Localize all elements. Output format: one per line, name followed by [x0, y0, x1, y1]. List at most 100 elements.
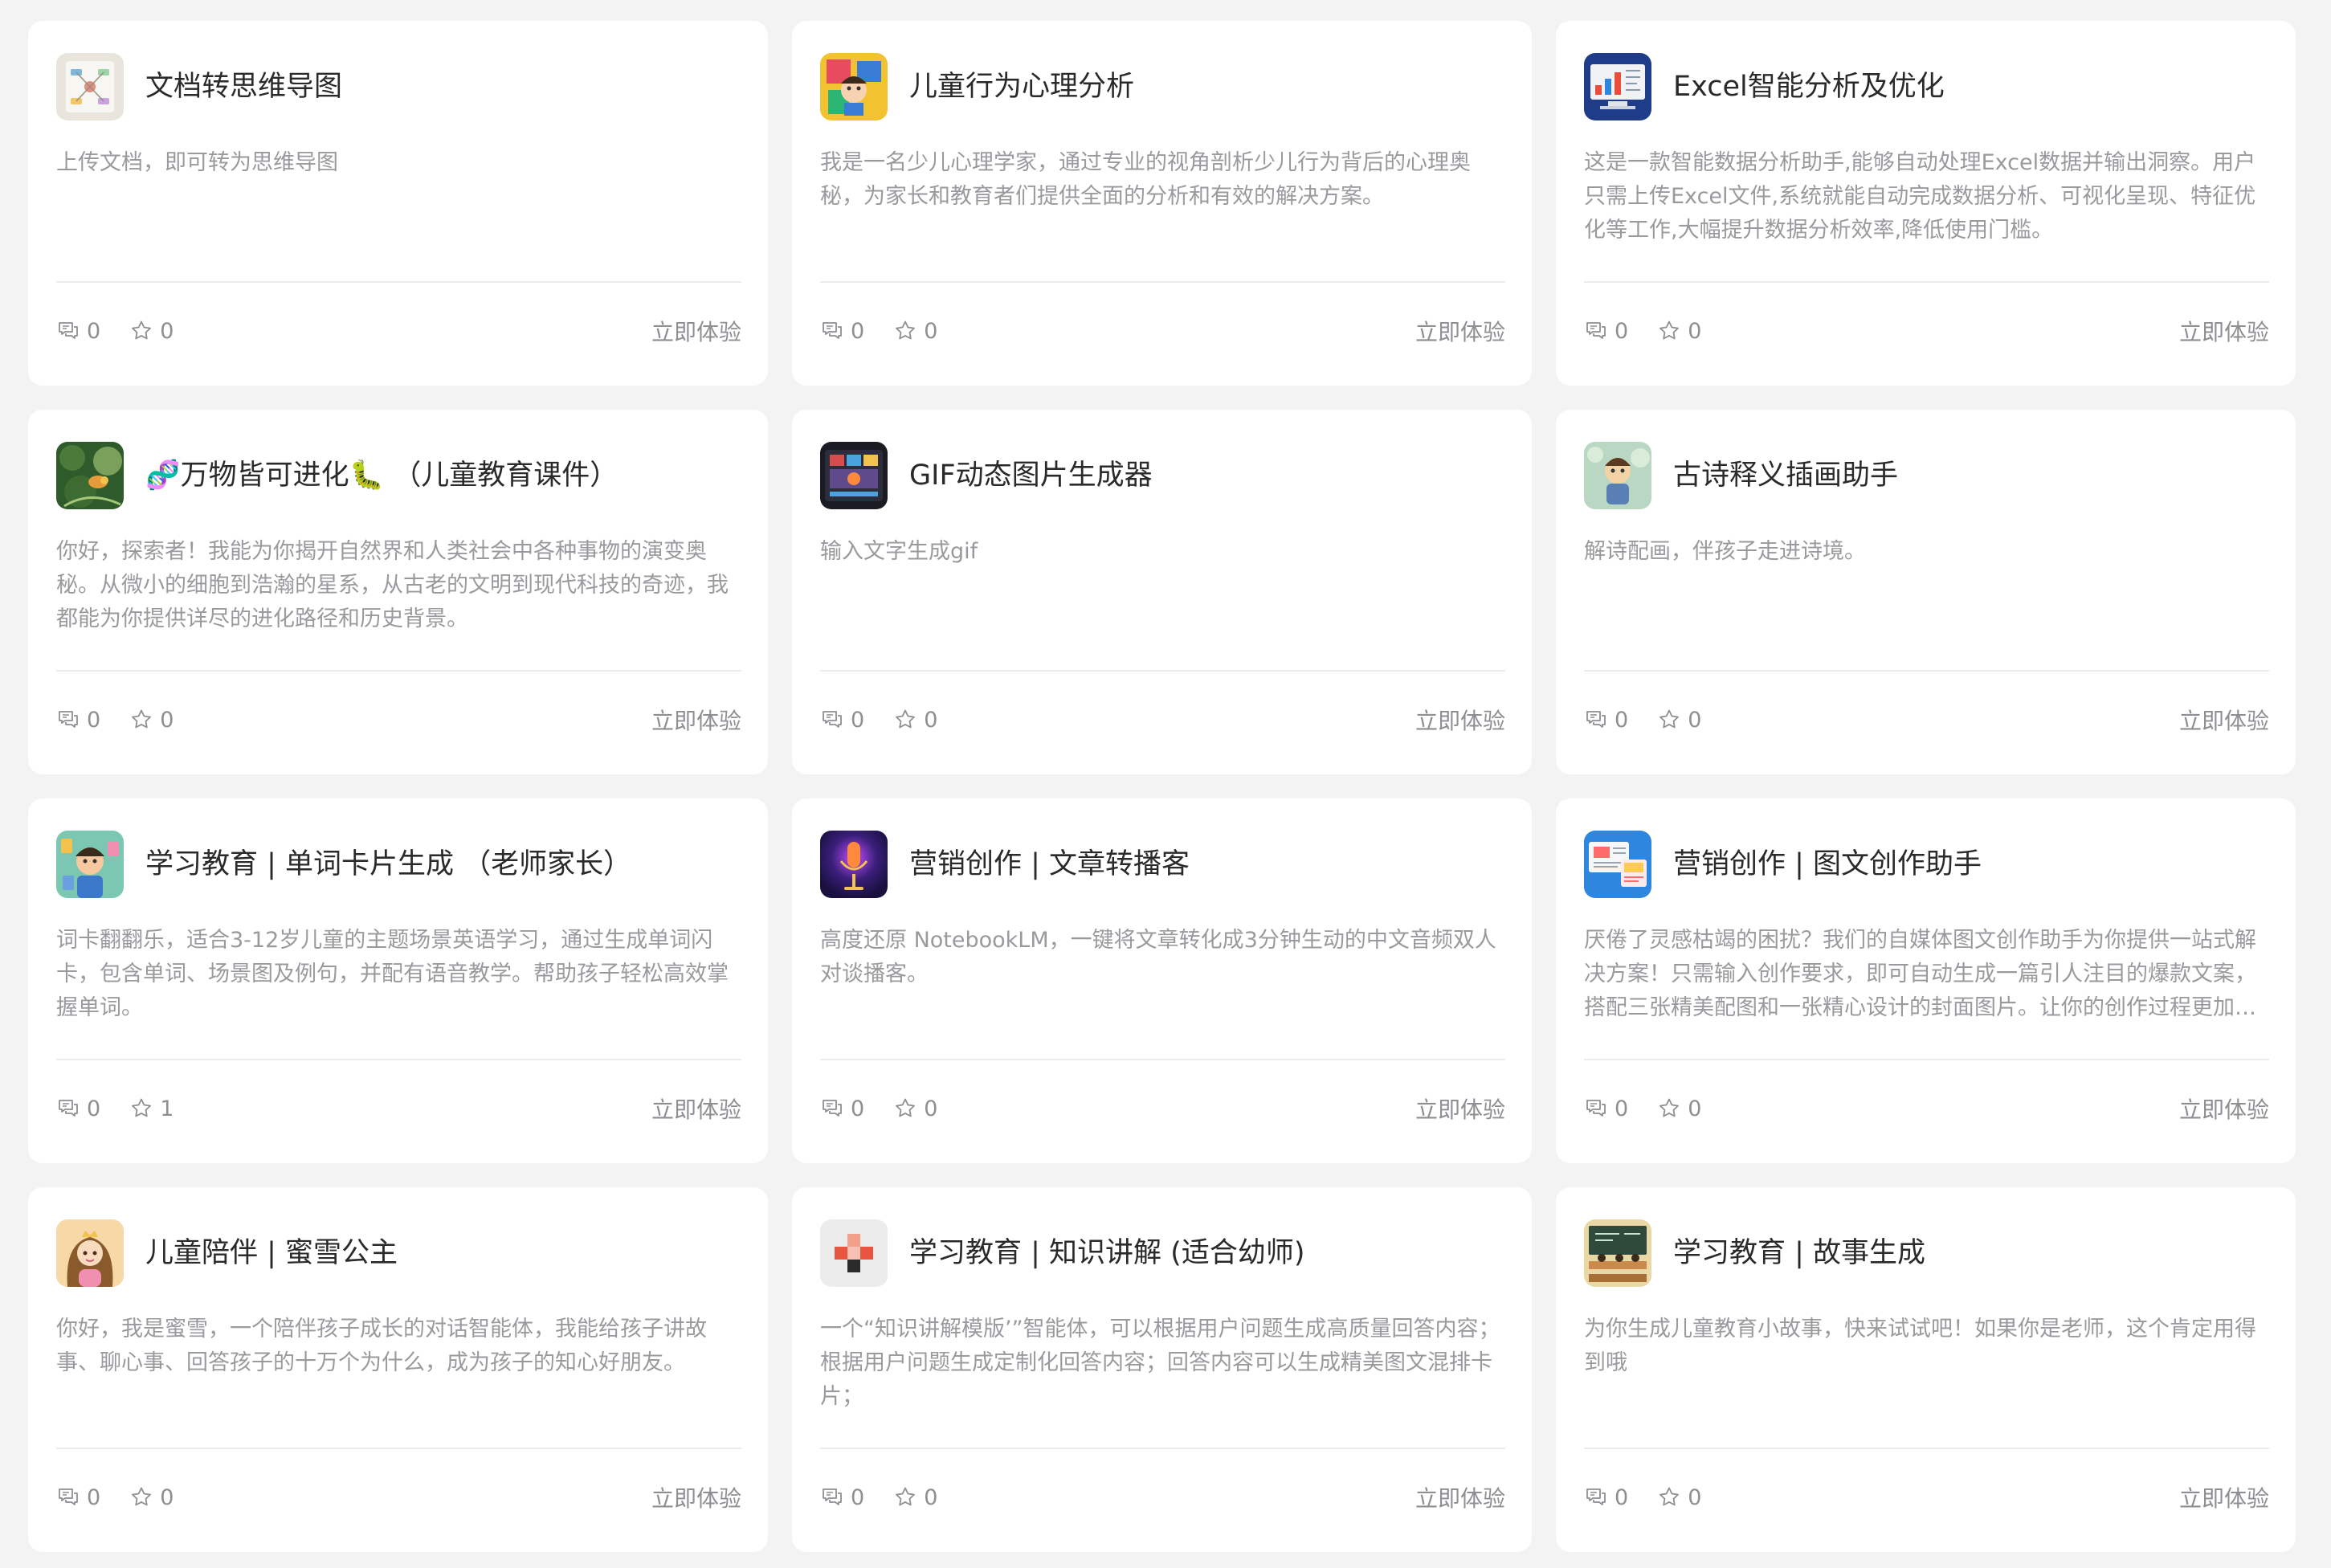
comment-icon	[823, 322, 842, 339]
agent-card-poem-illustration[interactable]: 古诗释义插画助手 解诗配画，伴孩子走进诗境。 0 0 立即体验	[1556, 410, 2296, 774]
star-count[interactable]: 0	[1657, 1096, 1701, 1121]
card-title: 学习教育 | 故事生成	[1673, 1237, 1926, 1269]
comment-count[interactable]: 0	[1584, 1096, 1628, 1121]
comment-count[interactable]: 0	[1584, 319, 1628, 344]
try-now-button[interactable]: 立即体验	[1415, 704, 1505, 736]
star-count-value: 0	[1688, 707, 1702, 733]
try-now-button[interactable]: 立即体验	[1415, 1092, 1505, 1125]
star-icon	[132, 1098, 152, 1117]
content-creation-icon	[1584, 831, 1651, 898]
try-now-button[interactable]: 立即体验	[1415, 1481, 1505, 1513]
card-footer: 0 0 立即体验	[56, 313, 741, 349]
try-now-button[interactable]: 立即体验	[651, 704, 741, 736]
star-count[interactable]: 0	[1657, 1485, 1701, 1510]
comment-count[interactable]: 0	[56, 708, 100, 733]
comment-count[interactable]: 0	[820, 708, 864, 733]
comment-count-value: 0	[851, 707, 865, 733]
comment-count-value: 0	[87, 707, 101, 733]
star-count-value: 0	[924, 1096, 938, 1121]
card-footer: 0 0 立即体验	[820, 702, 1505, 737]
card-description: 厌倦了灵感枯竭的困扰？我们的自媒体图文创作助手为你提供一站式解决方案！只需输入创…	[1584, 928, 2256, 1020]
knowledge-blocks-icon	[820, 1219, 888, 1287]
mindmap-doc-icon	[56, 53, 124, 120]
try-now-button[interactable]: 立即体验	[2179, 704, 2269, 736]
comment-count[interactable]: 0	[56, 1485, 100, 1510]
comment-count[interactable]: 0	[1584, 1485, 1628, 1510]
card-description: 我是一名少儿心理学家，通过专业的视角剖析少儿行为背后的心理奥秘，为家长和教育者们…	[820, 150, 1471, 209]
agent-card-word-cards[interactable]: 学习教育 | 单词卡片生成 （老师家长） 词卡翻翻乐，适合3-12岁儿童的主题场…	[28, 798, 768, 1163]
star-count[interactable]: 0	[893, 708, 937, 733]
card-title: GIF动态图片生成器	[909, 459, 1153, 492]
agent-card-content-creation[interactable]: 营销创作 | 图文创作助手 厌倦了灵感枯竭的困扰？我们的自媒体图文创作助手为你提…	[1556, 798, 2296, 1163]
comment-count-value: 0	[1615, 1484, 1629, 1510]
comment-count-value: 0	[851, 318, 865, 344]
card-divider	[820, 281, 1505, 283]
star-count[interactable]: 0	[893, 1096, 937, 1121]
card-description: 解诗配画，伴孩子走进诗境。	[1584, 539, 1866, 564]
agent-card-knowledge-explain[interactable]: 学习教育 | 知识讲解 (适合幼师) 一个“知识讲解模版’”智能体，可以根据用户…	[792, 1187, 1532, 1552]
star-count[interactable]: 0	[129, 1485, 173, 1510]
try-now-button[interactable]: 立即体验	[2179, 315, 2269, 347]
comment-count[interactable]: 0	[820, 319, 864, 344]
card-divider	[820, 670, 1505, 672]
try-now-button[interactable]: 立即体验	[651, 1092, 741, 1125]
comment-count-value: 0	[87, 1096, 101, 1121]
poem-illustration-icon	[1584, 442, 1651, 509]
star-count[interactable]: 1	[129, 1096, 173, 1121]
star-count[interactable]: 0	[1657, 708, 1701, 733]
agent-card-grid: 文档转思维导图 上传文档，即可转为思维导图 0 0 立即体验 儿童行为心理分析 …	[28, 21, 2296, 1552]
card-footer: 0 0 立即体验	[56, 1480, 741, 1515]
star-count[interactable]: 0	[893, 319, 937, 344]
try-now-button[interactable]: 立即体验	[2179, 1481, 2269, 1513]
star-count-value: 0	[924, 318, 938, 344]
star-count-value: 0	[1688, 318, 1702, 344]
podcast-mic-icon	[820, 831, 888, 898]
agent-card-princess[interactable]: 儿童陪伴 | 蜜雪公主 你好，我是蜜雪，一个陪伴孩子成长的对话智能体，我能给孩子…	[28, 1187, 768, 1552]
agent-card-evolution[interactable]: 🧬万物皆可进化🐛 （儿童教育课件） 你好，探索者！我能为你揭开自然界和人类社会中…	[28, 410, 768, 774]
agent-card-excel-analysis[interactable]: Excel智能分析及优化 这是一款智能数据分析助手,能够自动处理Excel数据并…	[1556, 21, 2296, 386]
card-footer: 0 1 立即体验	[56, 1091, 741, 1126]
word-card-icon	[56, 831, 124, 898]
comment-icon	[823, 711, 842, 728]
comment-icon	[1586, 1100, 1606, 1117]
try-now-button[interactable]: 立即体验	[2179, 1092, 2269, 1125]
card-description: 你好，我是蜜雪，一个陪伴孩子成长的对话智能体，我能给孩子讲故事、聊心事、回答孩子…	[56, 1317, 707, 1375]
card-title: 文档转思维导图	[145, 71, 343, 103]
comment-icon	[823, 1100, 842, 1117]
card-divider	[56, 281, 741, 283]
card-divider	[56, 1448, 741, 1449]
card-divider	[56, 670, 741, 672]
try-now-button[interactable]: 立即体验	[651, 315, 741, 347]
star-icon	[896, 321, 916, 340]
card-footer: 0 0 立即体验	[1584, 702, 2269, 737]
agent-card-article-podcast[interactable]: 营销创作 | 文章转播客 高度还原 NotebookLM，一键将文章转化成3分钟…	[792, 798, 1532, 1163]
comment-count[interactable]: 0	[56, 319, 100, 344]
try-now-button[interactable]: 立即体验	[651, 1481, 741, 1513]
star-count-value: 0	[1688, 1484, 1702, 1510]
star-count-value: 0	[160, 1484, 174, 1510]
comment-count-value: 0	[1615, 1096, 1629, 1121]
agent-card-gif-generator[interactable]: GIF动态图片生成器 输入文字生成gif 0 0 立即体验	[792, 410, 1532, 774]
comment-count[interactable]: 0	[56, 1096, 100, 1121]
star-icon	[896, 709, 916, 729]
comment-count[interactable]: 0	[820, 1485, 864, 1510]
card-footer: 0 0 立即体验	[820, 1091, 1505, 1126]
star-count[interactable]: 0	[129, 319, 173, 344]
agent-card-story-generator[interactable]: 学习教育 | 故事生成 为你生成儿童教育小故事，快来试试吧！如果你是老师，这个肯…	[1556, 1187, 2296, 1552]
comment-count[interactable]: 0	[1584, 708, 1628, 733]
agent-card-mindmap[interactable]: 文档转思维导图 上传文档，即可转为思维导图 0 0 立即体验	[28, 21, 768, 386]
try-now-button[interactable]: 立即体验	[1415, 315, 1505, 347]
star-count[interactable]: 0	[893, 1485, 937, 1510]
card-title: Excel智能分析及优化	[1673, 71, 1945, 103]
card-title: 古诗释义插画助手	[1673, 459, 1899, 492]
star-icon	[1659, 709, 1680, 729]
card-title: 营销创作 | 图文创作助手	[1673, 848, 1982, 880]
card-title: 儿童行为心理分析	[909, 71, 1135, 103]
card-divider	[820, 1059, 1505, 1060]
star-count[interactable]: 0	[1657, 319, 1701, 344]
child-psychology-icon	[820, 53, 888, 120]
agent-card-child-psychology[interactable]: 儿童行为心理分析 我是一名少儿心理学家，通过专业的视角剖析少儿行为背后的心理奥秘…	[792, 21, 1532, 386]
comment-count[interactable]: 0	[820, 1096, 864, 1121]
star-icon	[132, 321, 152, 340]
star-count[interactable]: 0	[129, 708, 173, 733]
